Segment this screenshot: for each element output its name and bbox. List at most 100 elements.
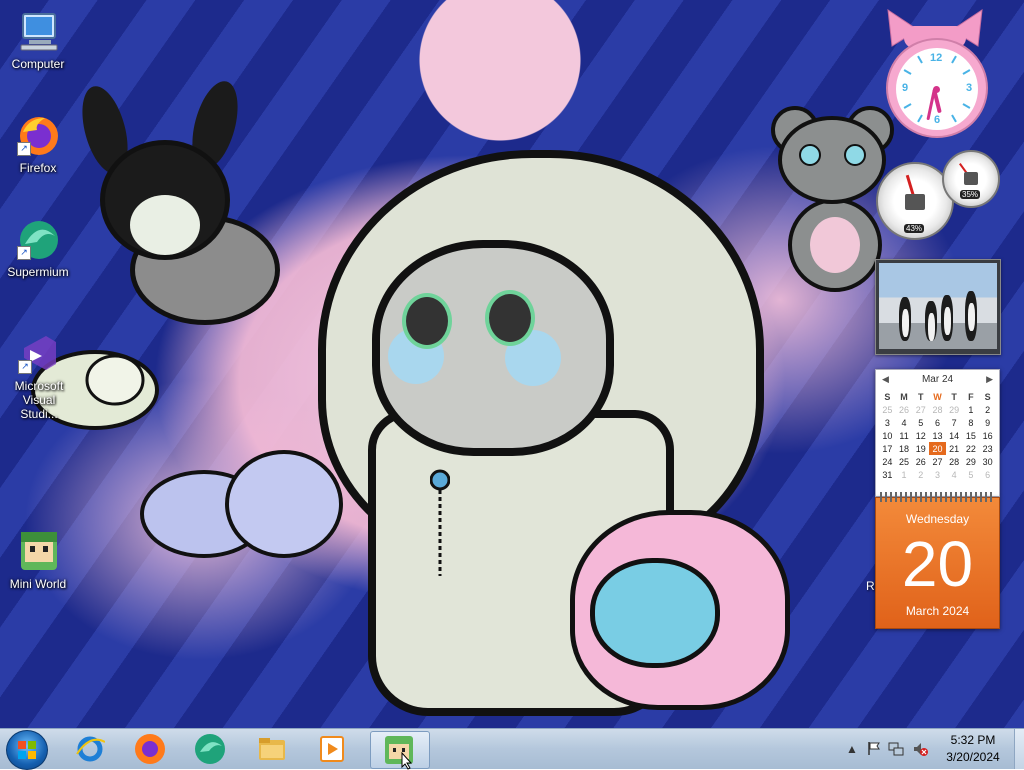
desktop-icon-mini-world[interactable]: Mini World	[6, 528, 70, 591]
taskbar-supermium-button[interactable]	[182, 731, 240, 767]
calendar-day-cell[interactable]: 16	[979, 429, 996, 442]
calendar-day-cell[interactable]: 2	[979, 403, 996, 416]
calendar-day-cell[interactable]: 25	[879, 403, 896, 416]
calendar-days: 25 26 27 28 29 1 2 3 4 5 6 7 8 9 10 11 12 13 14 15 16 17 18 19 2…	[879, 403, 996, 481]
taskbar-internet-explorer-button[interactable]	[62, 731, 120, 767]
calendar-day-cell[interactable]: 25	[896, 455, 913, 468]
firefox-icon: ↗	[15, 112, 61, 158]
calendar-day-cell[interactable]: 5	[963, 468, 980, 481]
calendar-day-cell[interactable]: 27	[912, 403, 929, 416]
calendar-day-cell[interactable]: 17	[879, 442, 896, 455]
action-center-flag-icon[interactable]	[866, 741, 882, 757]
calendar-weekday-name: Wednesday	[905, 512, 970, 526]
slideshow-gadget[interactable]	[875, 259, 1001, 355]
windows-logo-icon	[18, 741, 36, 759]
clock-numeral-3: 3	[966, 82, 973, 94]
calendar-day-cell[interactable]: 3	[879, 416, 896, 429]
desktop-icon-visual-studio[interactable]: ↗ Microsoft Visual Studi...	[4, 330, 74, 421]
calendar-day-cell[interactable]: 29	[963, 455, 980, 468]
cpu-meter-gadget[interactable]: 43% 35%	[876, 150, 1000, 240]
supermium-icon: ↗	[15, 216, 61, 262]
calendar-day-cell[interactable]: 26	[912, 455, 929, 468]
wallpaper-astronaut-visor	[372, 240, 614, 456]
memory-gauge: 35%	[942, 150, 1000, 208]
calendar-day-cell[interactable]: 31	[879, 468, 896, 481]
calendar-day-cell[interactable]: 30	[979, 455, 996, 468]
calendar-day-cell[interactable]: 8	[963, 416, 980, 429]
network-icon[interactable]	[888, 741, 904, 757]
desktop-icon-firefox[interactable]: ↗ Firefox	[6, 112, 70, 175]
calendar-day-cell[interactable]: 9	[979, 416, 996, 429]
clock-tick-mark	[951, 114, 957, 123]
taskbar-firefox-button[interactable]	[122, 731, 180, 767]
calendar-day-cell[interactable]: 10	[879, 429, 896, 442]
calendar-binder-rings	[880, 492, 995, 502]
calendar-day-cell[interactable]: 12	[912, 429, 929, 442]
calendar-day-cell[interactable]: 1	[963, 403, 980, 416]
calendar-day-number: 20	[901, 528, 974, 600]
calendar-day-cell[interactable]: 1	[896, 468, 913, 481]
wallpaper-bear-character	[140, 450, 343, 570]
calendar-day-cell[interactable]: 4	[896, 416, 913, 429]
calendar-next-month-arrow[interactable]: ▶	[986, 374, 993, 385]
folder-icon	[257, 734, 287, 764]
calendar-weekday-header: M	[900, 391, 908, 402]
calendar-day-cell[interactable]: 4	[946, 468, 963, 481]
taskbar: ▲ 5:32 PM 3/20/2024	[0, 728, 1024, 770]
calendar-day-cell[interactable]: 3	[929, 468, 946, 481]
show-desktop-button[interactable]	[1014, 729, 1024, 769]
calendar-day-cell[interactable]: 6	[929, 416, 946, 429]
penguin-figure	[941, 295, 953, 341]
calendar-day-cell[interactable]: 20	[929, 442, 946, 455]
show-hidden-icons-arrow[interactable]: ▲	[844, 741, 860, 757]
clock-gadget[interactable]: 12 3 6 9	[878, 8, 992, 138]
desktop-icon-computer[interactable]: Computer	[6, 8, 70, 71]
calendar-day-cell[interactable]: 19	[912, 442, 929, 455]
calendar-gadget-month-view[interactable]: ◀ Mar 24 ▶ SMTWTFS 25 26 27 28 29 1 2 3 4 5 6 7 8 9 10…	[875, 369, 1000, 497]
calendar-grid: SMTWTFS 25 26 27 28 29 1 2 3 4 5 6 7 8 9 10 11 12 13 14 15 1…	[879, 390, 996, 481]
calendar-day-cell[interactable]: 26	[896, 403, 913, 416]
taskbar-file-explorer-button[interactable]	[244, 731, 302, 767]
taskbar-mini-world-button[interactable]	[370, 731, 430, 770]
calendar-day-cell[interactable]: 13	[929, 429, 946, 442]
taskbar-clock-date[interactable]: 3/20/2024	[935, 750, 1011, 764]
calendar-day-cell[interactable]: 28	[929, 403, 946, 416]
partial-desktop-icon-label: R	[866, 579, 875, 593]
calendar-day-cell[interactable]: 29	[946, 403, 963, 416]
desktop-icon-label: Computer	[11, 57, 65, 71]
calendar-day-cell[interactable]: 7	[946, 416, 963, 429]
desktop-icon-label: Supermium	[7, 265, 69, 279]
calendar-day-cell[interactable]: 2	[912, 468, 929, 481]
mini-world-icon	[15, 528, 61, 574]
calendar-gadget-day-view[interactable]: Wednesday 20 March 2024	[875, 492, 1000, 629]
calendar-day-cell[interactable]: 28	[946, 455, 963, 468]
calendar-day-cell[interactable]: 6	[979, 468, 996, 481]
wallpaper-zipper	[429, 468, 451, 578]
mouse-cursor-icon	[401, 752, 413, 770]
calendar-day-cell[interactable]: 5	[912, 416, 929, 429]
calendar-day-cell[interactable]: 21	[946, 442, 963, 455]
calendar-day-cell[interactable]: 24	[879, 455, 896, 468]
calendar-week-row: 24 25 26 27 28 29 30	[879, 455, 996, 468]
calendar-weekday-header: W	[933, 391, 942, 402]
calendar-day-cell[interactable]: 22	[963, 442, 980, 455]
calendar-month-header: Mar 24	[921, 374, 954, 385]
calendar-day-cell[interactable]: 14	[946, 429, 963, 442]
calendar-day-cell[interactable]: 23	[979, 442, 996, 455]
calendar-day-cell[interactable]: 27	[929, 455, 946, 468]
desktop-icon-label: Firefox	[19, 161, 57, 175]
taskbar-clock-time[interactable]: 5:32 PM	[935, 733, 1011, 747]
calendar-week-row: 3456789	[879, 416, 996, 429]
clock-tick-mark	[903, 69, 912, 75]
volume-muted-icon[interactable]	[912, 741, 928, 757]
clock-numeral-12: 12	[930, 52, 943, 64]
penguins-photo	[879, 263, 997, 349]
calendar-day-cell[interactable]: 18	[896, 442, 913, 455]
media-player-icon	[317, 734, 347, 764]
start-button[interactable]	[6, 730, 48, 770]
taskbar-media-player-button[interactable]	[304, 731, 362, 767]
penguin-figure	[965, 291, 977, 341]
desktop-icon-supermium[interactable]: ↗ Supermium	[6, 216, 70, 279]
calendar-day-cell[interactable]: 15	[963, 429, 980, 442]
calendar-day-cell[interactable]: 11	[896, 429, 913, 442]
